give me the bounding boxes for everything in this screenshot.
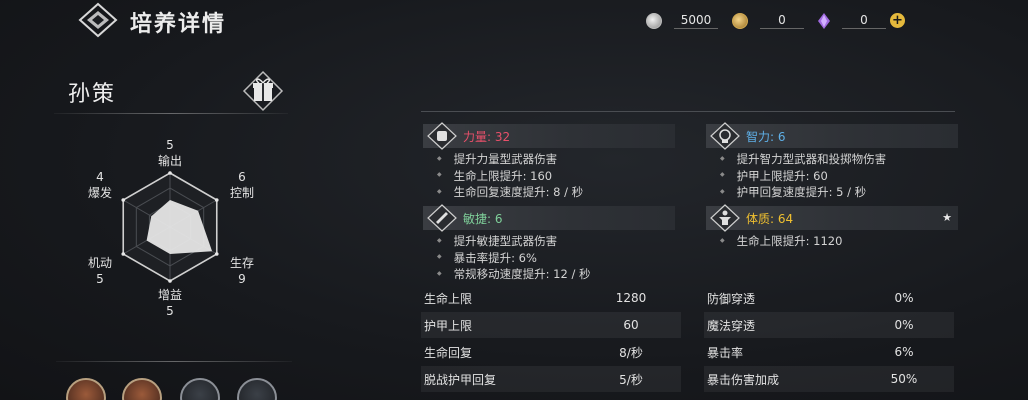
radar-vertex xyxy=(121,252,126,256)
stat-value: 0% xyxy=(894,318,914,332)
stat-value: 50% xyxy=(890,372,918,386)
stat-name: 护甲上限 xyxy=(424,318,473,333)
brain-icon xyxy=(710,122,740,150)
gold-currency: 0 xyxy=(732,12,804,30)
gem-amount: 0 xyxy=(842,13,886,29)
attribute-effect: 生命上限提升: 1120 xyxy=(706,233,958,250)
purple-crystal-icon xyxy=(818,13,830,29)
stat-row: 生命上限 1280 xyxy=(421,285,681,311)
stat-row: 护甲上限 60 xyxy=(421,312,681,338)
stat-row: 防御穿透 0% xyxy=(704,285,954,311)
gold-coin-icon xyxy=(732,13,748,29)
stat-row: 脱战护甲回复 5/秒 xyxy=(421,366,681,392)
attribute-name: 智力: 6 xyxy=(746,129,786,144)
radar-vertex xyxy=(214,252,219,256)
radar-vertex xyxy=(214,198,219,202)
hero-avatar[interactable] xyxy=(237,378,277,400)
hero-avatar[interactable] xyxy=(66,378,106,400)
attribute-effect: 常规移动速度提升: 12 / 秒 xyxy=(423,266,675,283)
attribute-effect: 暴击率提升: 6% xyxy=(423,250,675,267)
star-icon[interactable]: ★ xyxy=(942,211,952,224)
page-title: 培养详情 xyxy=(130,12,227,37)
body-icon xyxy=(710,204,740,232)
hero-avatar[interactable] xyxy=(180,378,220,400)
stat-value: 0% xyxy=(894,291,914,305)
stat-name: 暴击伤害加成 xyxy=(707,372,780,387)
attribute-effect: 提升力量型武器伤害 xyxy=(423,151,675,168)
stat-name: 暴击率 xyxy=(707,345,744,360)
gold-amount: 0 xyxy=(760,13,804,29)
stat-row: 生命回复 8/秒 xyxy=(421,339,681,365)
attribute-header: 敏捷: 6 xyxy=(423,204,675,232)
attribute-effect: 生命上限提升: 160 xyxy=(423,168,675,185)
attribute-effect: 提升智力型武器和投掷物伤害 xyxy=(706,151,958,168)
attribute-header: 体质: 64 ★ xyxy=(706,204,958,232)
fist-icon xyxy=(427,122,457,150)
silver-amount: 5000 xyxy=(674,13,718,29)
attribute-effect: 生命回复速度提升: 8 / 秒 xyxy=(423,184,675,201)
stat-row: 魔法穿透 0% xyxy=(704,312,954,338)
stat-name: 生命回复 xyxy=(424,345,473,360)
stat-row: 暴击率 6% xyxy=(704,339,954,365)
radar-value: 5 xyxy=(166,138,174,152)
radar-value: 5 xyxy=(166,304,174,318)
ability-radar-chart xyxy=(121,171,219,283)
attribute-constitution: 体质: 64 ★ 生命上限提升: 1120 xyxy=(706,204,958,250)
silver-currency: 5000 xyxy=(646,12,718,30)
stat-value: 6% xyxy=(894,345,914,359)
attribute-effect: 护甲回复速度提升: 5 / 秒 xyxy=(706,184,958,201)
attribute-name: 力量: 32 xyxy=(463,129,511,144)
stat-value: 60 xyxy=(623,318,639,332)
attribute-strength: 力量: 32 提升力量型武器伤害 生命上限提升: 160 生命回复速度提升: 8… xyxy=(423,122,675,201)
attribute-name: 体质: 64 xyxy=(746,211,794,226)
radar-vertex xyxy=(168,171,172,175)
attribute-intelligence: 智力: 6 提升智力型武器和投掷物伤害 护甲上限提升: 60 护甲回复速度提升:… xyxy=(706,122,958,201)
divider xyxy=(421,111,955,112)
stat-name: 魔法穿透 xyxy=(707,318,756,333)
add-currency-button[interactable]: + xyxy=(890,13,905,28)
stat-name: 生命上限 xyxy=(424,291,473,306)
attribute-name: 敏捷: 6 xyxy=(463,211,503,226)
attribute-header: 力量: 32 xyxy=(423,122,675,150)
stat-row: 暴击伤害加成 50% xyxy=(704,366,954,392)
agility-icon xyxy=(427,204,457,232)
hero-avatar[interactable] xyxy=(122,378,162,400)
attribute-effect: 护甲上限提升: 60 xyxy=(706,168,958,185)
character-name: 孙策 xyxy=(68,82,117,107)
stat-name: 防御穿透 xyxy=(707,291,756,306)
silver-coin-icon xyxy=(646,13,662,29)
stat-value: 5/秒 xyxy=(619,372,643,387)
gem-currency: 0 xyxy=(818,12,886,30)
stat-value: 8/秒 xyxy=(619,345,643,360)
divider xyxy=(54,113,288,114)
attribute-effect: 提升敏捷型武器伤害 xyxy=(423,233,675,250)
stat-name: 脱战护甲回复 xyxy=(424,372,497,387)
diamond-emblem-icon xyxy=(78,2,118,38)
divider xyxy=(56,361,292,362)
attribute-agility: 敏捷: 6 提升敏捷型武器伤害 暴击率提升: 6% 常规移动速度提升: 12 /… xyxy=(423,204,675,283)
gift-icon[interactable] xyxy=(242,70,284,112)
attribute-header: 智力: 6 xyxy=(706,122,958,150)
radar-vertex xyxy=(121,198,126,202)
radar-vertex xyxy=(168,279,172,283)
stat-value: 1280 xyxy=(615,291,647,305)
